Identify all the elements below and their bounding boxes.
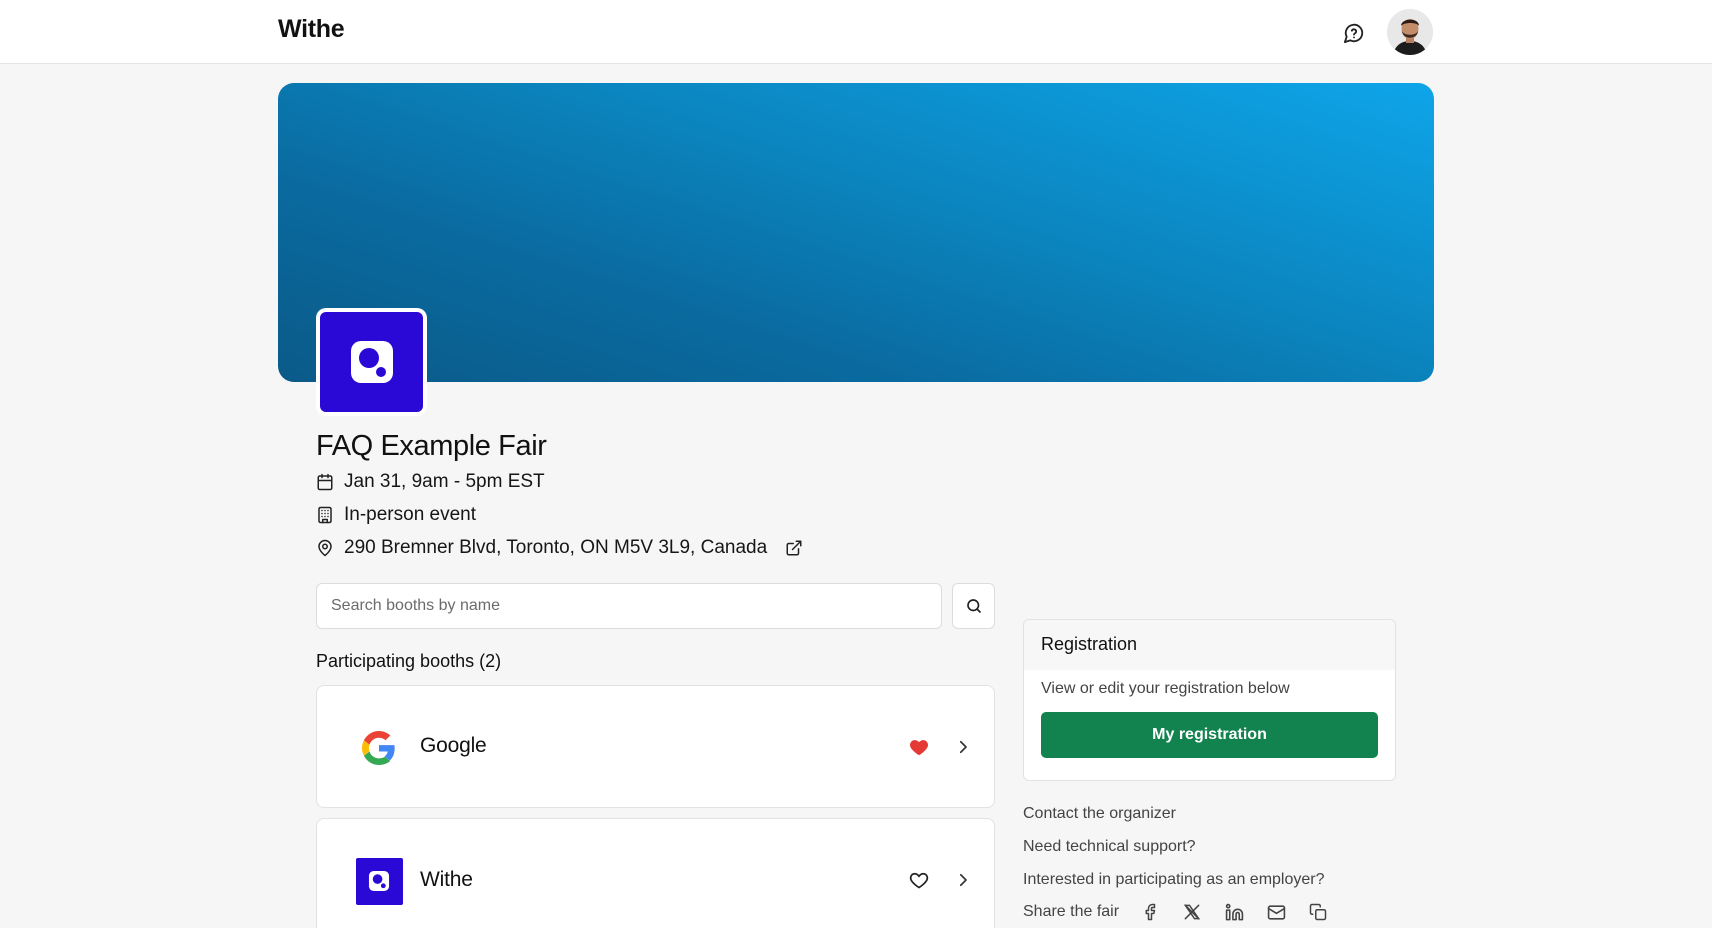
contact-organizer-link[interactable]: Contact the organizer (1023, 805, 1176, 823)
employer-participation-link[interactable]: Interested in participating as an employ… (1023, 871, 1325, 889)
linkedin-icon[interactable] (1223, 901, 1245, 923)
registration-title: Registration (1024, 620, 1395, 670)
withe-booth-logo (355, 857, 403, 905)
search-icon (966, 599, 981, 613)
registration-card: Registration View or edit your registrat… (1023, 619, 1396, 781)
registration-description: View or edit your registration below (1041, 680, 1290, 697)
fair-date-row: Jan 31, 9am - 5pm EST (316, 471, 545, 493)
withe-logo-icon (368, 870, 390, 892)
top-bar: Withe (0, 0, 1712, 64)
fair-logo (316, 308, 427, 416)
fair-address: 290 Bremner Blvd, Toronto, ON M5V 3L9, C… (344, 537, 768, 558)
withe-logo-icon (350, 341, 393, 383)
external-link-icon[interactable] (785, 539, 803, 557)
my-registration-button[interactable]: My registration (1041, 712, 1378, 758)
booth-name: Withe (420, 868, 473, 891)
fair-address-row: 290 Bremner Blvd, Toronto, ON M5V 3L9, C… (316, 537, 803, 559)
fair-type-row: In-person event (316, 504, 476, 526)
chevron-right-icon (953, 869, 973, 891)
search-booths-input[interactable] (316, 583, 942, 629)
favorite-heart-filled-icon[interactable] (908, 736, 930, 758)
user-avatar[interactable] (1387, 9, 1433, 55)
map-pin-icon (318, 539, 332, 557)
share-row: Share the fair (1023, 901, 1329, 923)
brand-logo-text[interactable]: Withe (278, 15, 345, 44)
x-icon[interactable] (1181, 901, 1203, 923)
building-icon (318, 506, 332, 524)
share-label: Share the fair (1023, 903, 1120, 920)
chevron-right-icon (953, 736, 973, 758)
mail-icon[interactable] (1265, 901, 1287, 923)
search-button[interactable] (952, 583, 995, 629)
copy-icon[interactable] (1307, 901, 1329, 923)
booth-name: Google (420, 734, 487, 757)
fair-banner (278, 83, 1434, 382)
favorite-heart-outline-icon[interactable] (908, 869, 930, 891)
fair-event-type: In-person event (344, 504, 477, 525)
facebook-icon[interactable] (1139, 901, 1161, 923)
google-logo (355, 724, 403, 772)
fair-date: Jan 31, 9am - 5pm EST (344, 471, 545, 492)
booth-card-google[interactable]: Google (316, 685, 995, 808)
chat-help-icon[interactable] (1340, 19, 1368, 47)
booth-card-withe[interactable]: Withe (316, 818, 995, 928)
fair-title: FAQ Example Fair (316, 430, 547, 462)
calendar-icon (317, 473, 333, 491)
booths-heading: Participating booths (2) (316, 651, 502, 671)
technical-support-link[interactable]: Need technical support? (1023, 838, 1196, 856)
